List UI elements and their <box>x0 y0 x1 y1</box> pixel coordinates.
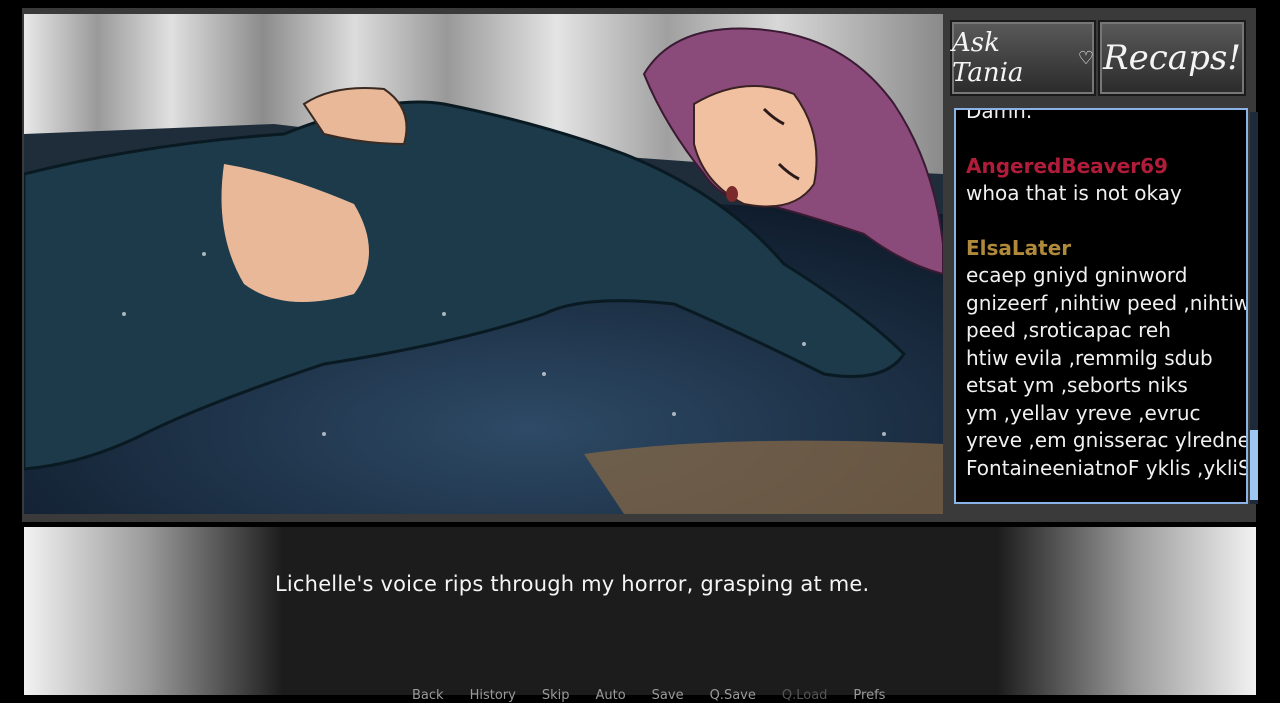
chat-line: yreve ,em gnisserac ylrednet <box>966 428 1248 452</box>
save-button[interactable]: Save <box>652 688 684 703</box>
chat-panel[interactable]: Damn. AngeredBeaver69 whoa that is not o… <box>954 108 1248 504</box>
chat-line: ecaep gniyd gninword <box>966 263 1188 287</box>
prefs-button[interactable]: Prefs <box>853 688 885 703</box>
history-button[interactable]: History <box>470 688 516 703</box>
chat-line: ym ,yellav yreve ,evruc <box>966 400 1201 425</box>
chat-line: FontaineeniatnoF yklis ,ykliS <box>966 455 1248 480</box>
dialogue-box[interactable]: Lichelle's voice rips through my horror,… <box>24 527 1256 695</box>
quick-menu: Back History Skip Auto Save Q.Save Q.Loa… <box>412 688 911 703</box>
side-buttons: Ask Tania ♡ Recaps! <box>950 20 1246 96</box>
chat-line: gnizeerf ,nihtiw peed ,nihtiw <box>966 290 1248 315</box>
quick-save-button[interactable]: Q.Save <box>710 688 756 703</box>
chat-line: peed ,sroticapac reh <box>966 318 1171 342</box>
auto-button[interactable]: Auto <box>595 688 625 703</box>
chat-username: AngeredBeaver69 <box>966 153 1168 178</box>
skip-button[interactable]: Skip <box>542 688 570 703</box>
ask-tania-button[interactable]: Ask Tania ♡ <box>950 20 1096 96</box>
chat-line: etsat ym ,seborts niks <box>966 373 1188 397</box>
back-button[interactable]: Back <box>412 688 444 703</box>
recaps-label: Recaps! <box>1103 38 1241 78</box>
chat-messages: Damn. AngeredBeaver69 whoa that is not o… <box>966 108 1248 482</box>
quick-load-button[interactable]: Q.Load <box>782 688 828 703</box>
chat-scroll-thumb[interactable] <box>1250 430 1258 500</box>
chat-line: whoa that is not okay <box>966 181 1182 205</box>
chat-line: htiw evila ,remmilg sdub <box>966 345 1213 370</box>
recaps-button[interactable]: Recaps! <box>1098 20 1246 96</box>
chat-scrollbar[interactable] <box>1250 112 1258 504</box>
chat-username: ElsaLater <box>966 235 1072 260</box>
dialogue-text: Lichelle's voice rips through my horror,… <box>275 572 870 596</box>
ask-tania-label: Ask Tania <box>952 28 1024 88</box>
chat-partial-line: Damn. <box>966 108 1033 123</box>
heart-icon: ♡ <box>1077 47 1094 69</box>
scene-image <box>24 14 943 514</box>
